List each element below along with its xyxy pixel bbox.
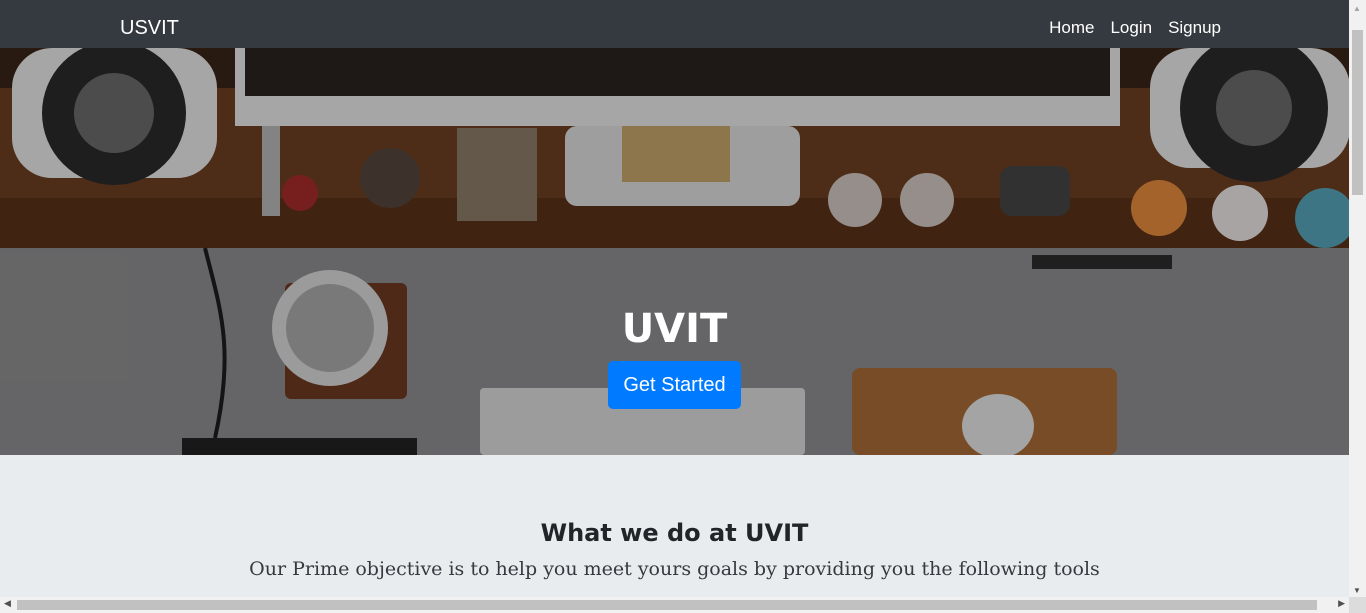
- horizontal-scrollbar[interactable]: ◀ ▶: [0, 597, 1349, 613]
- scrollbar-corner: [1349, 597, 1366, 613]
- section-subtitle: Our Prime objective is to help you meet …: [249, 558, 1100, 580]
- vertical-scrollbar[interactable]: ▲ ▼: [1349, 0, 1366, 597]
- nav-link-home[interactable]: Home: [1049, 15, 1094, 41]
- scroll-down-icon[interactable]: ▼: [1353, 586, 1361, 595]
- vertical-scroll-thumb[interactable]: [1352, 30, 1363, 195]
- nav-links: Home Login Signup: [1049, 15, 1221, 41]
- scroll-up-icon[interactable]: ▲: [1353, 4, 1361, 13]
- brand-link[interactable]: USVIT: [120, 15, 179, 41]
- page: USVIT Home Login Signup UVIT Get Started…: [0, 0, 1349, 597]
- scroll-right-icon[interactable]: ▶: [1338, 598, 1345, 609]
- hero-section: UVIT Get Started: [0, 48, 1349, 455]
- scroll-left-icon[interactable]: ◀: [4, 598, 11, 609]
- section-title: What we do at UVIT: [540, 519, 809, 547]
- hero-title: UVIT: [621, 306, 728, 352]
- navbar: USVIT Home Login Signup: [0, 0, 1349, 48]
- nav-link-signup[interactable]: Signup: [1168, 15, 1221, 41]
- nav-link-login[interactable]: Login: [1110, 15, 1152, 41]
- get-started-button[interactable]: Get Started: [608, 361, 741, 409]
- horizontal-scroll-thumb[interactable]: [17, 600, 1317, 610]
